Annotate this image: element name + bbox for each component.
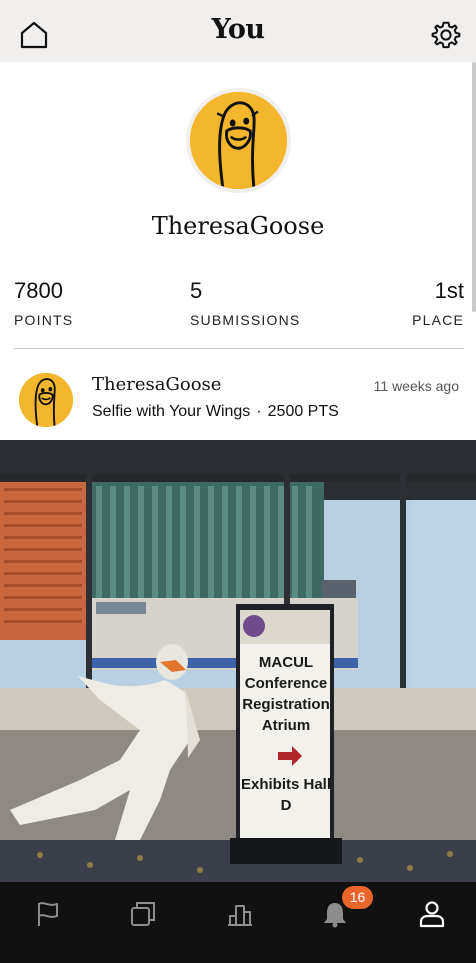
top-bar: You (0, 0, 476, 62)
page-title: You (211, 14, 265, 45)
notification-badge: 16 (342, 886, 373, 909)
submissions-stat[interactable]: 5 SUBMISSIONS (190, 278, 300, 328)
place-stat[interactable]: 1st PLACE (412, 278, 464, 328)
challenge-points: 2500 PTS (267, 403, 339, 420)
user-icon[interactable] (418, 900, 446, 928)
profile-username: TheresaGoose (151, 212, 325, 240)
sign-text-registration: MACUL Conference Registration Atrium (242, 654, 330, 734)
profile-avatar (186, 88, 291, 193)
post-username[interactable]: TheresaGoose (92, 374, 221, 395)
submission-photo[interactable] (0, 440, 476, 882)
post-challenge[interactable]: Selfie with Your Wings · 2500 PTS (92, 403, 339, 421)
goose-avatar-icon (190, 92, 287, 189)
bottom-nav (0, 882, 476, 963)
gear-icon[interactable] (430, 19, 462, 51)
post-avatar[interactable] (19, 373, 73, 427)
scrollbar[interactable] (472, 62, 476, 312)
place-value: 1st (434, 278, 464, 303)
place-label: PLACE (412, 312, 464, 328)
challenge-name: Selfie with Your Wings (92, 403, 251, 420)
divider (14, 348, 464, 349)
flag-icon[interactable] (34, 900, 62, 928)
submissions-value: 5 (190, 278, 203, 303)
post-timestamp: 11 weeks ago (373, 378, 459, 394)
points-label: POINTS (14, 312, 74, 328)
sign-text-exhibits: Exhibits Hall D (240, 776, 332, 814)
submissions-label: SUBMISSIONS (190, 312, 301, 328)
points-value: 7800 (14, 278, 63, 303)
separator: · (256, 403, 262, 420)
goose-avatar-icon (19, 373, 73, 427)
points-stat: 7800 POINTS (14, 278, 73, 328)
leaderboard-icon[interactable] (226, 900, 254, 928)
cards-icon[interactable] (129, 900, 157, 928)
